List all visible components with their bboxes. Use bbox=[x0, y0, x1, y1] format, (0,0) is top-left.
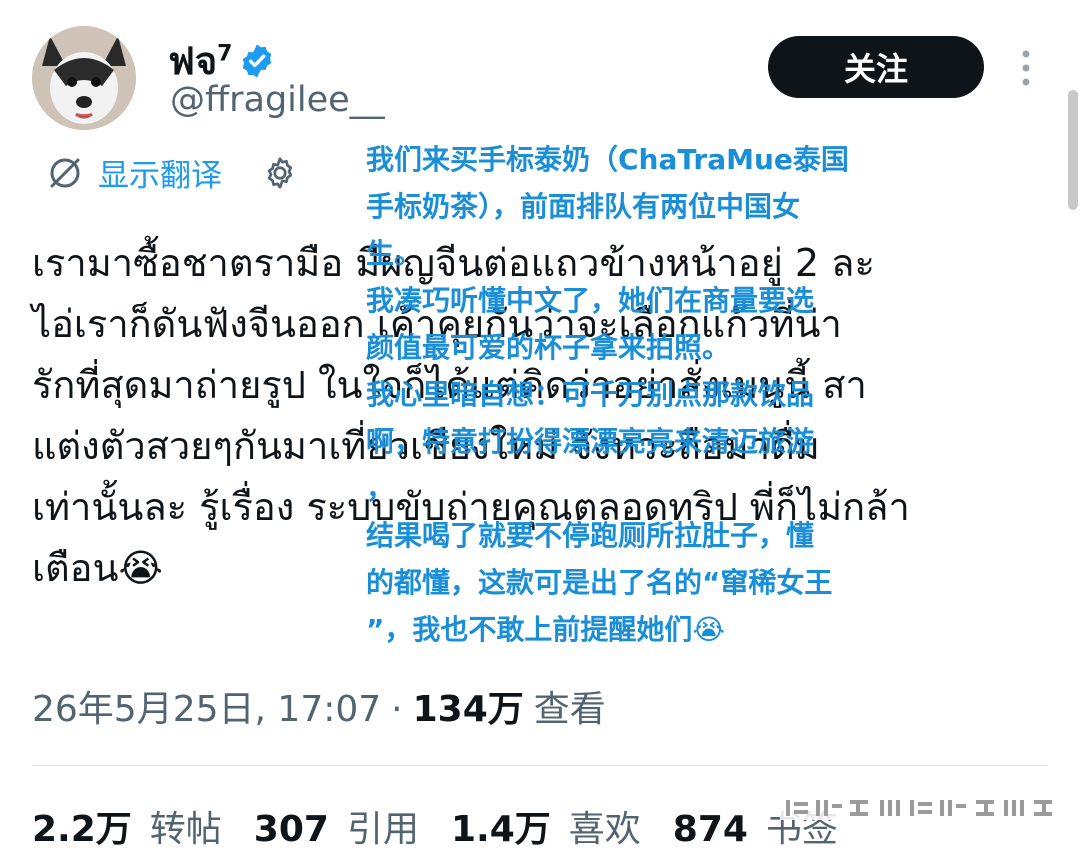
meta-separator: · bbox=[391, 689, 403, 730]
avatar[interactable] bbox=[32, 26, 136, 130]
quotes-label[interactable]: 引用 bbox=[347, 800, 419, 852]
translate-icon bbox=[50, 158, 80, 187]
post-timestamp[interactable]: 26年5月25日, 17:07 bbox=[32, 680, 381, 732]
follow-button[interactable]: 关注 bbox=[768, 36, 984, 98]
more-options-icon[interactable] bbox=[1016, 46, 1036, 90]
post-meta: 26年5月25日, 17:07 · 134万 查看 bbox=[32, 680, 606, 732]
reposts-count[interactable]: 2.2万 bbox=[32, 800, 132, 852]
engagement-stats: 2.2万 转帖 307 引用 1.4万 喜欢 874 书签 bbox=[32, 800, 852, 852]
translation-overlay: 我们来买手标泰奶（ChaTraMue泰国 手标奶茶），前面排队有两位中国女 生。… bbox=[366, 143, 849, 646]
reposts-label[interactable]: 转帖 bbox=[150, 800, 222, 852]
watermark-logo bbox=[780, 796, 1060, 820]
scrollbar[interactable] bbox=[1068, 90, 1078, 210]
gear-icon[interactable] bbox=[262, 155, 298, 191]
bookmarks-count[interactable]: 874 bbox=[673, 809, 748, 850]
verified-badge-icon bbox=[243, 43, 272, 78]
author-handle[interactable]: @ffragilee__ bbox=[170, 80, 385, 120]
translate-row: 显示翻译 bbox=[46, 150, 298, 195]
likes-label[interactable]: 喜欢 bbox=[569, 800, 641, 852]
divider bbox=[32, 765, 1048, 766]
husky-avatar bbox=[32, 26, 136, 130]
views-count: 134万 bbox=[412, 689, 524, 730]
views-label: 查看 bbox=[533, 689, 606, 730]
show-translation-link[interactable]: 显示翻译 bbox=[98, 150, 222, 195]
likes-count[interactable]: 1.4万 bbox=[451, 800, 551, 852]
quotes-count[interactable]: 307 bbox=[254, 809, 329, 850]
